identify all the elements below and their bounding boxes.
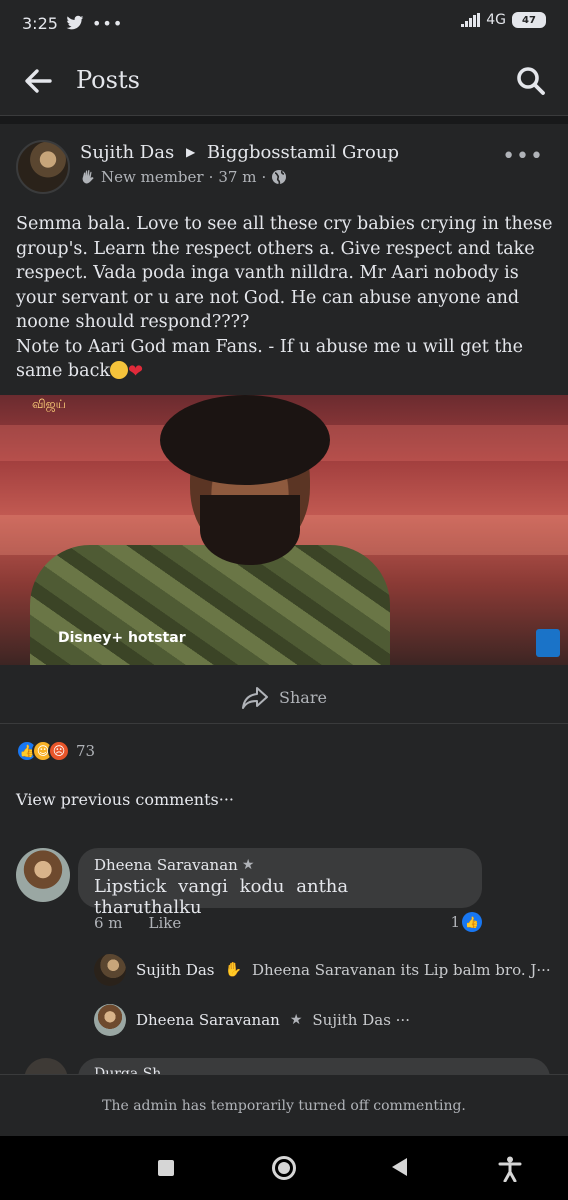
disabled-notice-text: The admin has temporarily turned off com…	[102, 1097, 466, 1114]
wave-icon: ✋	[224, 962, 242, 978]
member-badge: New member	[101, 168, 204, 186]
person-beard	[200, 495, 300, 565]
status-dots: •••	[91, 13, 124, 33]
more-options-button[interactable]: •••	[502, 144, 544, 169]
meta-separator: ·	[208, 168, 214, 186]
search-icon[interactable]	[516, 66, 546, 96]
accessibility-icon[interactable]	[498, 1156, 522, 1182]
post-image[interactable]: விஜய் Disney+ hotstar	[0, 395, 568, 665]
star-badge-icon: ★	[289, 1012, 303, 1028]
caret-right-icon: ▶	[185, 145, 196, 159]
share-icon	[242, 686, 269, 709]
comment-text: Lipstick vangi kodu antha tharuthalku	[94, 876, 349, 918]
person-shirt	[30, 545, 390, 665]
post-card: Sujith Das ▶ Biggbosstamil Group New mem…	[0, 124, 568, 724]
reply-author-name: Dheena Saravanan	[136, 1011, 280, 1029]
battery-level: 47	[522, 14, 536, 26]
comment-like-button[interactable]: Like	[149, 914, 182, 932]
post-time: 37 m	[218, 168, 257, 186]
hotstar-logo: Disney+ hotstar	[58, 630, 186, 646]
status-time: 3:25	[22, 13, 58, 33]
reaction-count: 73	[76, 742, 96, 760]
reply-item[interactable]: Dheena Saravanan ★ Sujith Das ···	[94, 1004, 410, 1036]
comment-actions: 6 m Like	[94, 914, 181, 932]
star-badge-icon: ★	[241, 857, 255, 873]
comment-author-name[interactable]: Dheena Saravanan	[94, 856, 238, 874]
reply-text: Sujith Das ···	[312, 1011, 410, 1029]
signal-icon	[461, 13, 481, 27]
channel-logo-icon	[536, 629, 560, 657]
status-bar: 3:25 ••• 4G 47	[0, 0, 568, 46]
comment-bubble[interactable]: Dheena Saravanan ★ Lipstick vangi kodu a…	[78, 848, 482, 918]
post-meta: New member · 37 m ·	[80, 168, 287, 186]
back-arrow-icon[interactable]	[24, 68, 52, 94]
system-nav-bar	[0, 1136, 568, 1200]
meta-separator: ·	[261, 168, 267, 186]
post-author-name[interactable]: Sujith Das	[80, 142, 174, 163]
battery-icon: 47	[512, 12, 546, 28]
post-group-name[interactable]: Biggbosstamil Group	[207, 142, 399, 163]
comments-section: 👍 ☺ ☹ 73 View previous comments··· Dheen…	[0, 724, 568, 1084]
comment-time: 6 m	[94, 914, 123, 932]
reactions-summary[interactable]: 👍 ☺ ☹ 73	[16, 740, 95, 762]
recents-icon[interactable]	[158, 1160, 174, 1176]
person-hair	[160, 395, 330, 485]
like-badge-icon: 👍	[462, 912, 482, 932]
grin-emoji-icon	[109, 361, 128, 379]
comment-like-count[interactable]: 1 👍	[450, 912, 482, 932]
post-author-avatar[interactable]	[16, 140, 70, 194]
share-button[interactable]: Share	[0, 672, 568, 724]
reply-item[interactable]: Sujith Das ✋ Dheena Saravanan its Lip ba…	[94, 954, 551, 986]
reply-text: Dheena Saravanan its Lip balm bro. J···	[251, 961, 551, 979]
angry-reaction-icon: ☹	[48, 740, 70, 762]
commenter-avatar[interactable]	[16, 848, 70, 902]
globe-icon	[272, 170, 287, 185]
comment-like-number: 1	[450, 913, 460, 931]
post-text-line: Note to Aari God man Fans. - If u abuse …	[16, 336, 523, 382]
back-triangle-icon[interactable]	[392, 1158, 407, 1176]
post-body: Semma bala. Love to see all these cry ba…	[16, 212, 556, 385]
share-label: Share	[279, 688, 327, 707]
reply-avatar	[94, 954, 126, 986]
status-right: 4G 47	[461, 12, 546, 28]
post-header: Sujith Das ▶ Biggbosstamil Group	[80, 142, 399, 163]
reply-avatar	[94, 1004, 126, 1036]
network-label: 4G	[486, 12, 506, 28]
app-bar: Posts	[0, 46, 568, 116]
twitter-icon	[66, 15, 84, 30]
channel-watermark: விஜய்	[32, 397, 66, 411]
commenting-disabled-notice: The admin has temporarily turned off com…	[0, 1074, 568, 1136]
view-previous-comments-link[interactable]: View previous comments···	[16, 790, 234, 809]
page-title: Posts	[76, 66, 140, 94]
reply-author-name: Sujith Das	[136, 961, 215, 979]
heart-emoji-icon: ❤	[127, 361, 144, 382]
comment-author-row: Dheena Saravanan ★	[94, 856, 466, 874]
post-text-line: Semma bala. Love to see all these cry ba…	[16, 214, 553, 332]
home-icon[interactable]	[272, 1156, 296, 1180]
wave-icon	[82, 170, 94, 184]
